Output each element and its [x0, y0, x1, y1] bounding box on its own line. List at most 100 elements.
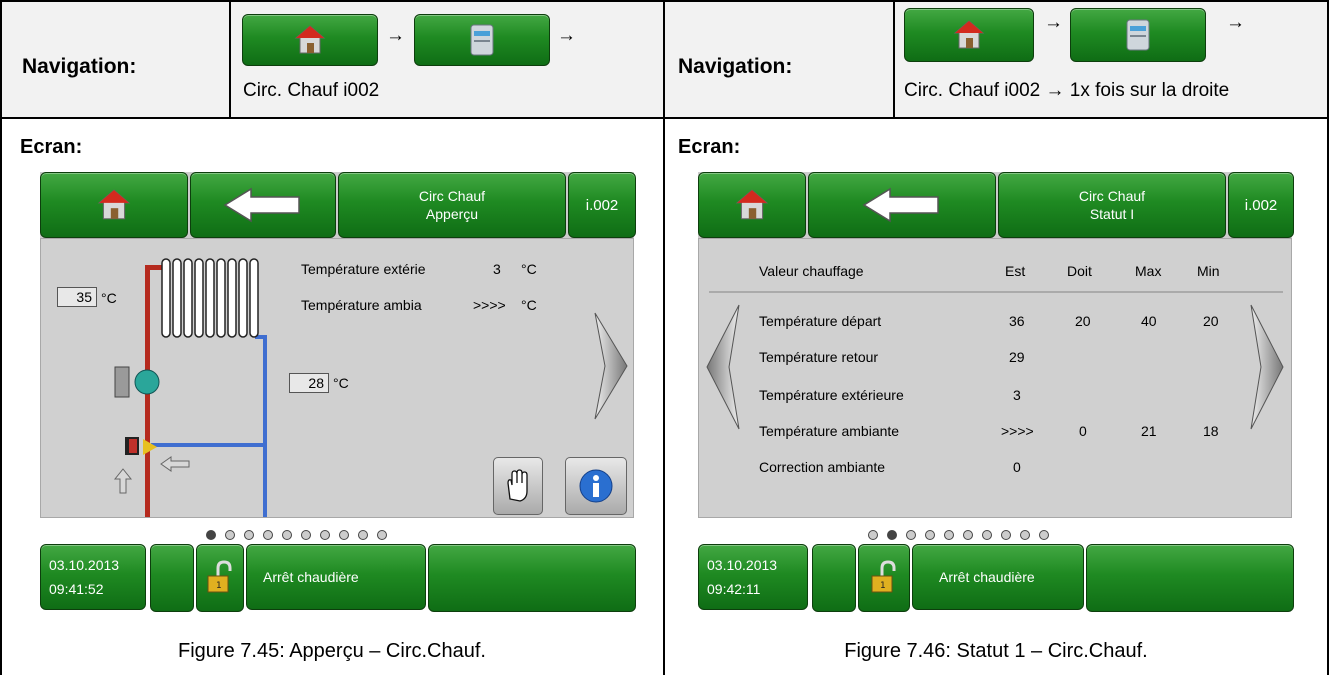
boiler-button[interactable] [414, 14, 550, 66]
page-dot [906, 530, 916, 540]
pump-icon [114, 366, 160, 398]
page-dot [225, 530, 235, 540]
page-dot-active [887, 530, 897, 540]
nav-cell-divider-right [893, 0, 895, 118]
navigation-label: Navigation: [22, 55, 137, 78]
manual-mode-button[interactable] [493, 457, 543, 515]
col-header-min: Min [1197, 263, 1220, 279]
figure-caption: Figure 7.45: Apperçu – Circ.Chauf. [178, 640, 486, 662]
row-est: >>>> [1001, 423, 1034, 439]
boiler-icon [1126, 19, 1150, 51]
boiler-status-button[interactable]: Arrêt chaudière [912, 544, 1084, 610]
table-left-border [0, 0, 2, 675]
hand-icon [507, 469, 528, 502]
screen-title-button[interactable]: Circ Chauf Apperçu [338, 172, 566, 238]
return-pipe-horizontal [151, 443, 265, 447]
date-time-display: 03.10.2013 09:42:11 [698, 544, 808, 610]
page-indicator [206, 530, 387, 540]
col-header-name: Valeur chauffage [759, 263, 864, 279]
radiator-icon [161, 258, 259, 338]
overview-panel: 35 °C 28 °C Température extérie 3 °C Tem… [40, 238, 634, 518]
empty-status-button[interactable] [428, 544, 636, 612]
document-page: Navigation: → → Circ. Chauf i002 Navigat… [0, 0, 1329, 675]
boiler-button[interactable] [1070, 8, 1206, 62]
status-panel: Valeur chauffage Est Doit Max Min Tempér… [698, 238, 1292, 518]
boiler-status-button[interactable]: Arrêt chaudière [246, 544, 426, 610]
nav-path-text: Circ. Chauf i002 [243, 80, 380, 101]
return-pipe [263, 337, 267, 517]
back-button[interactable] [808, 172, 996, 238]
back-button[interactable] [190, 172, 336, 238]
row-label: Température ambiante [759, 423, 900, 439]
info-icon [579, 469, 613, 503]
info-button[interactable] [565, 457, 627, 515]
circuit-id: i.002 [1244, 196, 1278, 214]
room-temp-unit: °C [521, 297, 537, 313]
home-button[interactable] [904, 8, 1034, 62]
nav-arrow: → [1226, 12, 1245, 33]
return-temp-unit: °C [333, 375, 349, 391]
next-page-icon[interactable] [591, 311, 631, 421]
unlock-icon: 1 [871, 560, 896, 593]
page-dot [339, 530, 349, 540]
status-table: Valeur chauffage Est Doit Max Min Tempér… [699, 239, 1291, 517]
screen-label: Ecran: [20, 136, 83, 158]
page-dot [320, 530, 330, 540]
svg-text:1: 1 [216, 581, 222, 591]
nav-cell-divider-left [229, 0, 231, 118]
home-button[interactable] [698, 172, 806, 238]
table-middle-border [663, 0, 665, 675]
screen-title-line1: Circ Chauf [1078, 188, 1146, 204]
page-dot [263, 530, 273, 540]
lock-button[interactable]: 1 [196, 544, 244, 612]
home-icon [953, 20, 985, 49]
row-est: 36 [1009, 313, 1025, 329]
page-dot [868, 530, 878, 540]
date-text: 03.10.2013 [49, 557, 120, 573]
boiler-icon [470, 24, 494, 56]
col-header-est: Est [1005, 263, 1026, 279]
home-button[interactable] [242, 14, 378, 66]
room-temp-value: >>>> [473, 297, 506, 313]
empty-status-button[interactable] [1086, 544, 1294, 612]
col-header-doit: Doit [1067, 263, 1092, 279]
page-dot [1039, 530, 1049, 540]
page-dot [282, 530, 292, 540]
screen-title-line1: Circ Chauf [418, 188, 486, 204]
circuit-id-button[interactable]: i.002 [1228, 172, 1294, 238]
svg-text:1: 1 [880, 581, 886, 591]
row-label: Correction ambiante [759, 459, 886, 475]
screen-title-line2: Apperçu [425, 206, 479, 222]
page-dot [1020, 530, 1030, 540]
screen-title-button[interactable]: Circ Chauf Statut I [998, 172, 1226, 238]
row-label: Température extérieure [759, 387, 904, 403]
hmi-screen-overview: Circ Chauf Apperçu i.002 35 °C 28 °C Tem… [40, 172, 636, 518]
page-indicator [868, 530, 1049, 540]
page-dot-active [206, 530, 216, 540]
page-dot [301, 530, 311, 540]
circuit-id-button[interactable]: i.002 [568, 172, 636, 238]
unlock-icon: 1 [207, 560, 232, 593]
page-dot [963, 530, 973, 540]
nav-arrow: → [1044, 12, 1063, 33]
hmi-screen-status: Circ Chauf Statut I i.002 Valeur chauffa… [698, 172, 1294, 518]
home-button[interactable] [40, 172, 188, 238]
date-text: 03.10.2013 [707, 557, 778, 573]
arrow-left-icon [862, 187, 939, 223]
outside-temp-value: 3 [493, 261, 501, 277]
blank-button[interactable] [150, 544, 194, 612]
home-icon [97, 189, 131, 220]
page-dot [244, 530, 254, 540]
screen-title-line2: Statut I [1089, 206, 1135, 222]
room-temp-label: Température ambia [301, 297, 422, 313]
lock-button[interactable]: 1 [858, 544, 910, 612]
row-max: 21 [1141, 423, 1157, 439]
blank-button[interactable] [812, 544, 856, 612]
mixing-valve-icon [125, 437, 157, 455]
flow-temp-value: 35 [57, 287, 97, 307]
date-time-display: 03.10.2013 09:41:52 [40, 544, 146, 610]
row-est: 0 [1013, 459, 1021, 475]
row-min: 18 [1203, 423, 1219, 439]
outside-temp-label: Température extérie [301, 261, 426, 277]
row-doit: 20 [1075, 313, 1091, 329]
